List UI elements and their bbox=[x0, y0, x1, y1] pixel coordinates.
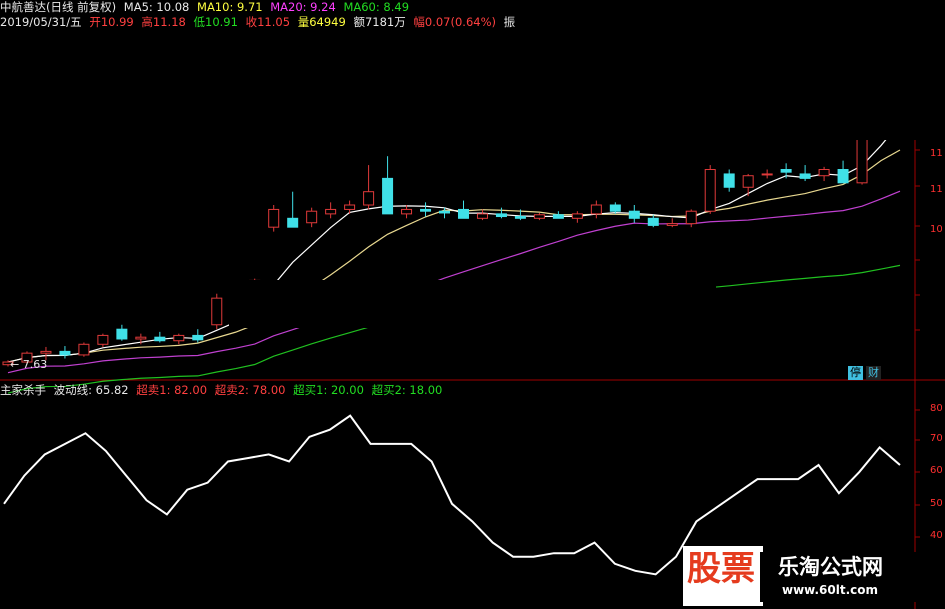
oversold1-value: 超卖1: 82.00 bbox=[136, 383, 208, 397]
price-tick: 11 bbox=[930, 184, 943, 195]
header-row-quote: 2019/05/31/五 开10.99 高11.18 低10.91 收11.05… bbox=[0, 15, 519, 30]
ind-tick: 60 bbox=[930, 465, 943, 476]
candle-body bbox=[457, 208, 469, 219]
ma20-value: MA20: 9.24 bbox=[270, 0, 336, 14]
quote-change: 幅0.07(0.64%) bbox=[413, 15, 497, 29]
redaction-block-middle bbox=[229, 280, 716, 328]
candle-body bbox=[173, 334, 185, 342]
suspend-badge[interactable]: 停 bbox=[848, 366, 863, 380]
candle-body bbox=[306, 210, 318, 224]
ma10-line bbox=[7, 149, 901, 363]
watermark-logo: 股票 bbox=[683, 546, 763, 606]
watermark-site-url: www.60lt.com bbox=[782, 583, 879, 597]
candle-body bbox=[628, 210, 640, 219]
quote-high: 高11.18 bbox=[141, 15, 186, 29]
quote-date: 2019/05/31/五 bbox=[0, 15, 82, 29]
candle-body bbox=[666, 223, 678, 226]
candle-body bbox=[59, 350, 71, 356]
candle-body bbox=[154, 336, 166, 342]
watermark-site-name: 乐淘公式网 bbox=[778, 555, 883, 579]
quote-amplitude: 振 bbox=[503, 15, 516, 29]
quote-close: 收11.05 bbox=[245, 15, 291, 29]
header-row-ma: 中航善达(日线 前复权) MA5: 10.08 MA10: 9.71 MA20:… bbox=[0, 0, 413, 15]
candle-body bbox=[268, 208, 280, 228]
price-tick: 10 bbox=[930, 224, 943, 235]
candle-body bbox=[552, 214, 564, 219]
candle-body bbox=[363, 191, 375, 206]
candle-body bbox=[476, 213, 488, 219]
quote-amount: 额7181万 bbox=[353, 15, 406, 29]
candle-body bbox=[590, 204, 602, 215]
finance-badge[interactable]: 财 bbox=[866, 366, 881, 380]
ind-tick: 70 bbox=[930, 433, 943, 444]
candle-body bbox=[97, 334, 109, 345]
ma5-value: MA5: 10.08 bbox=[123, 0, 190, 14]
oversold2-value: 超卖2: 78.00 bbox=[214, 383, 286, 397]
ind-tick: 80 bbox=[930, 403, 943, 414]
candle-body bbox=[685, 210, 697, 225]
overbought2-value: 超买2: 18.00 bbox=[371, 383, 443, 397]
candle-body bbox=[420, 208, 432, 212]
candle-body bbox=[780, 169, 792, 173]
candle-body bbox=[495, 213, 507, 218]
candle-body bbox=[799, 173, 811, 179]
candle-body bbox=[647, 217, 659, 226]
indicator-header: 主家杀手 波动线: 65.82 超卖1: 82.00 超卖2: 78.00 超买… bbox=[0, 383, 446, 398]
candle-body bbox=[818, 169, 830, 177]
quote-volume: 量64949 bbox=[297, 15, 346, 29]
ind-tick: 40 bbox=[930, 530, 943, 541]
ma10-value: MA10: 9.71 bbox=[197, 0, 263, 14]
quote-open: 开10.99 bbox=[89, 15, 134, 29]
candle-body bbox=[287, 217, 299, 228]
candle-body bbox=[761, 173, 773, 176]
candle-body bbox=[325, 208, 337, 215]
candle-body bbox=[514, 216, 526, 219]
candle-body bbox=[742, 175, 754, 188]
candle-body bbox=[533, 214, 545, 219]
candle-body bbox=[439, 210, 451, 214]
candle-body bbox=[704, 169, 716, 212]
watermark-site: 乐淘公式网 www.60lt.com bbox=[760, 552, 930, 602]
price-tick: 11 bbox=[930, 148, 943, 159]
candle-body bbox=[211, 297, 223, 326]
candle-body bbox=[78, 343, 90, 356]
candle-body bbox=[192, 334, 204, 341]
low-price-marker: ← 7.63 bbox=[10, 358, 48, 371]
wave-line bbox=[3, 414, 901, 576]
candle-body bbox=[40, 350, 52, 354]
stock-title: 中航善达(日线 前复权) bbox=[0, 0, 117, 14]
candle-body bbox=[723, 173, 735, 188]
candle-body bbox=[837, 169, 849, 184]
overbought1-value: 超买1: 20.00 bbox=[293, 383, 364, 397]
quote-low: 低10.91 bbox=[193, 15, 238, 29]
candle-body bbox=[609, 204, 621, 212]
candle-body bbox=[135, 336, 147, 340]
candle-body bbox=[571, 213, 583, 219]
candle-body bbox=[344, 204, 356, 210]
redaction-block-top bbox=[534, 0, 945, 140]
wave-value: 波动线: 65.82 bbox=[53, 383, 129, 397]
ma60-value: MA60: 8.49 bbox=[343, 0, 410, 14]
candle-body bbox=[401, 208, 413, 215]
indicator-name[interactable]: 主家杀手 bbox=[0, 383, 46, 397]
ind-tick: 50 bbox=[930, 498, 943, 509]
candle-body bbox=[116, 328, 128, 340]
candle-body bbox=[382, 177, 394, 215]
